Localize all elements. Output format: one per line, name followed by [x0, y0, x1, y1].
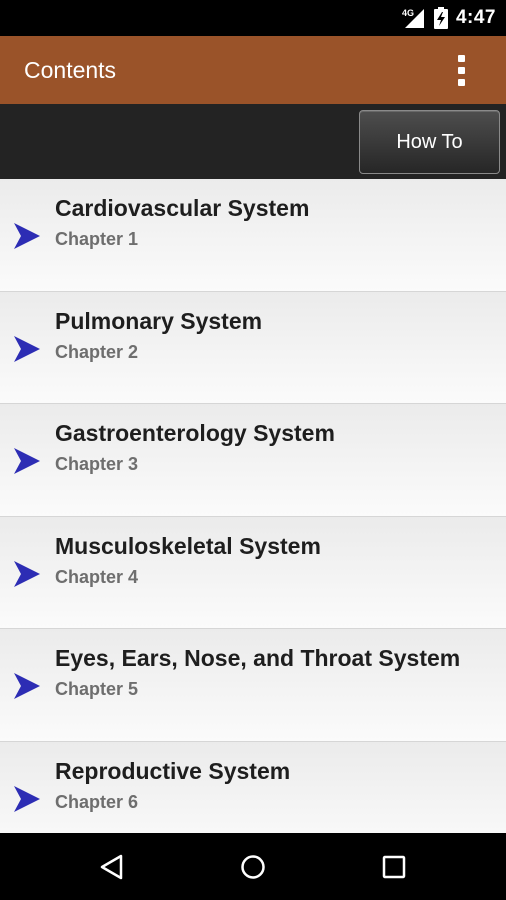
list-item-chapter-4[interactable]: Musculoskeletal System Chapter 4: [0, 516, 506, 629]
network-type-label: 4G: [401, 8, 414, 18]
chapter-title: Musculoskeletal System: [55, 532, 321, 559]
cell-signal-icon: 4G: [402, 7, 426, 29]
chevron-right-arrow-icon: [14, 223, 40, 249]
chapter-number: Chapter 1: [55, 229, 139, 249]
app-bar: Contents: [0, 36, 506, 104]
chevron-right-arrow-icon: [14, 335, 40, 362]
chapter-number: Chapter 4: [55, 566, 139, 587]
recents-icon[interactable]: [378, 851, 410, 883]
chapter-title: Cardiovascular System: [55, 195, 310, 221]
chevron-right-arrow-icon: [14, 673, 40, 699]
list-item-chapter-1[interactable]: Cardiovascular System Chapter 1: [0, 179, 506, 292]
battery-charging-icon: [433, 7, 448, 29]
chapter-title: Reproductive System: [55, 757, 291, 784]
list-item-chapter-5[interactable]: Eyes, Ears, Nose, and Throat System Chap…: [0, 629, 506, 742]
chapter-number: Chapter 5: [55, 679, 139, 699]
status-bar: 4G 4:47: [0, 0, 506, 36]
chapter-list: Cardiovascular System Chapter 1 Pulmonar…: [0, 179, 506, 833]
page-title: Contents: [24, 57, 117, 83]
chevron-right-arrow-icon: [14, 785, 40, 812]
chapter-title: Gastroenterology System: [55, 420, 335, 446]
chapter-title: Pulmonary System: [55, 307, 263, 334]
chapter-title: Eyes, Ears, Nose, and Throat System: [55, 645, 461, 671]
system-nav-bar: [0, 833, 506, 900]
chevron-right-arrow-icon: [14, 560, 40, 587]
status-time: 4:47: [455, 7, 496, 28]
overflow-menu-icon[interactable]: [446, 50, 476, 90]
list-item-chapter-3[interactable]: Gastroenterology System Chapter 3: [0, 404, 506, 517]
status-icons: 4G 4:47: [402, 0, 496, 36]
chapter-number: Chapter 2: [55, 341, 139, 362]
overflow-dot: [457, 54, 465, 62]
list-item-chapter-6[interactable]: Reproductive System Chapter 6: [0, 741, 506, 833]
overflow-dot: [457, 78, 465, 86]
list-item-chapter-2[interactable]: Pulmonary System Chapter 2: [0, 291, 506, 404]
chevron-right-arrow-icon: [14, 448, 40, 474]
home-icon[interactable]: [237, 851, 269, 883]
how-to-button[interactable]: How To: [359, 110, 500, 174]
chapter-number: Chapter 6: [55, 791, 139, 812]
back-icon[interactable]: [97, 851, 129, 883]
chapter-number: Chapter 3: [55, 454, 139, 474]
toolbar: How To: [0, 104, 506, 179]
overflow-dot: [457, 66, 465, 74]
